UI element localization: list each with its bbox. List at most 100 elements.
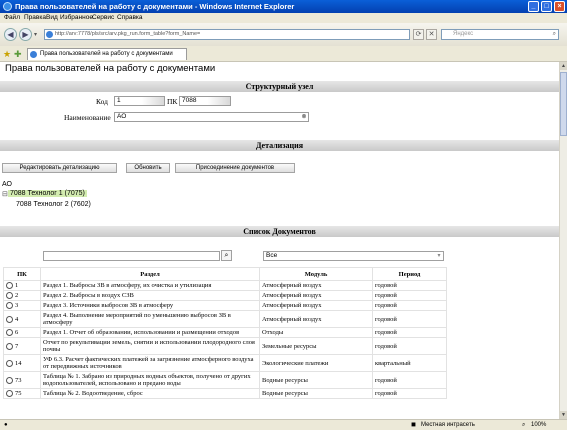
table-row[interactable]: 1 Раздел 1. Выбросы ЗВ в атмосферу, их оч…: [3, 279, 447, 292]
detail-heading: Детализация: [0, 140, 559, 151]
chevron-down-icon[interactable]: ▾: [435, 252, 443, 260]
favorites-star-icon[interactable]: ★: [3, 49, 11, 60]
menu-help[interactable]: Справка: [117, 14, 143, 21]
row-radio[interactable]: [6, 292, 13, 300]
attach-documents-button[interactable]: Присоединение документов: [175, 163, 295, 173]
search-input[interactable]: Яндекс ⌕: [441, 29, 559, 40]
close-button[interactable]: ×: [554, 1, 565, 12]
menu-file[interactable]: Файл: [4, 14, 20, 21]
table-row[interactable]: 4 Раздел 4. Выполнение мероприятий по уме…: [3, 310, 447, 329]
tab-documents[interactable]: Права пользователей на работу с документ…: [27, 48, 187, 60]
stop-icon[interactable]: ✕: [426, 29, 437, 40]
tree-item-label: 7088 Технолог 1: [10, 190, 63, 197]
tree-item-code: (7602): [70, 201, 91, 208]
row-pk: 2: [15, 292, 19, 300]
refresh-icon[interactable]: ⟳: [413, 29, 424, 40]
row-module: Атмосферный воздух: [259, 310, 373, 329]
row-pk: 1: [15, 282, 19, 289]
section-filter-input[interactable]: [43, 251, 220, 261]
search-placeholder: Яндекс: [453, 31, 474, 37]
row-period: годовой: [372, 310, 447, 329]
pk-field[interactable]: 7088: [179, 96, 231, 106]
menu-edit[interactable]: Правка: [24, 14, 46, 21]
row-radio[interactable]: [6, 359, 13, 367]
row-period: годовой: [372, 337, 447, 356]
row-pk: 6: [15, 329, 19, 337]
row-pk: 75: [15, 390, 22, 398]
tabs-bar: ★ ✚ Права пользователей на работу с доку…: [0, 46, 567, 62]
table-row[interactable]: 75 Таблица № 2. Водоотведение, сброс Водны…: [3, 388, 447, 400]
forward-arrow-icon[interactable]: ▶: [19, 28, 32, 41]
col-section: Раздел: [40, 267, 260, 281]
row-radio[interactable]: [6, 282, 13, 290]
module-filter-select[interactable]: Все ▾: [263, 251, 444, 261]
table-row[interactable]: 73 Таблица № 1. Забрано из природных водн…: [3, 371, 447, 390]
row-pk-cell: 14: [3, 354, 41, 373]
tree-item-technolog-2[interactable]: 7088 Технолог 2 (7602): [16, 201, 91, 208]
row-pk-cell: 3: [3, 300, 41, 312]
row-pk: 7: [15, 342, 19, 350]
row-period: годовой: [372, 290, 447, 302]
row-section: Отчет по рекультивации земель, снятии и …: [40, 337, 260, 356]
code-field[interactable]: 1: [114, 96, 165, 106]
row-module: Атмосферный воздух: [259, 279, 373, 292]
menu-favorites[interactable]: Избранное: [60, 14, 93, 21]
table-row[interactable]: 14 УФ 6.3. Расчет фактических платежей за…: [3, 354, 447, 373]
documents-heading: Список Документов: [0, 226, 559, 237]
name-value: АО: [117, 113, 127, 120]
name-select[interactable]: АО ⊗: [114, 112, 309, 122]
row-radio[interactable]: [6, 390, 13, 398]
tree-root[interactable]: АО: [2, 181, 12, 188]
name-label: Наименование: [64, 113, 111, 122]
nav-dropdown-icon[interactable]: ▾: [34, 31, 37, 38]
add-favorite-icon[interactable]: ✚: [14, 49, 22, 60]
row-period: квартальный: [372, 354, 447, 373]
back-arrow-icon[interactable]: ◀: [4, 28, 17, 41]
scroll-up-icon[interactable]: ▲: [560, 62, 567, 70]
tree-collapse-icon[interactable]: ⊟: [2, 190, 8, 198]
search-icon[interactable]: ⌕: [221, 250, 232, 261]
menu-view[interactable]: Вид: [46, 14, 58, 21]
row-radio[interactable]: [6, 315, 13, 323]
row-radio[interactable]: [6, 302, 13, 310]
table-row[interactable]: 3 Раздел 3. Источники выбросов ЗВ в атмос…: [3, 300, 447, 312]
maximize-button[interactable]: □: [541, 1, 552, 12]
tree-item-code: (7075): [64, 190, 85, 197]
row-radio[interactable]: [6, 342, 13, 350]
row-module: Водные ресурсы: [259, 371, 373, 390]
edit-detail-button[interactable]: Редактировать детализацию: [2, 163, 117, 173]
window-title: Права пользователей на работу с документ…: [15, 2, 295, 11]
tab-title: Права пользователей на работу с документ…: [40, 51, 173, 57]
vertical-scrollbar[interactable]: ▲ ▼: [559, 62, 567, 419]
refresh-button[interactable]: Обновить: [126, 163, 170, 173]
row-pk-cell: 6: [3, 327, 41, 339]
col-pk: ПК: [3, 267, 41, 281]
row-module: Атмосферный воздух: [259, 300, 373, 312]
row-pk: 4: [15, 315, 19, 323]
row-radio[interactable]: [6, 329, 13, 337]
search-icon[interactable]: ⌕: [553, 30, 556, 39]
chevron-down-icon[interactable]: ⊗: [300, 113, 308, 121]
menu-tools[interactable]: Сервис: [92, 14, 114, 21]
row-section: Раздел 4. Выполнение мероприятий по умен…: [40, 310, 260, 329]
table-row[interactable]: 7 Отчет по рекультивации земель, снятии и…: [3, 337, 447, 356]
page-title: Права пользователей на работу с документ…: [5, 63, 216, 74]
scroll-thumb[interactable]: [560, 72, 567, 136]
scroll-down-icon[interactable]: ▼: [560, 411, 567, 419]
row-pk-cell: 73: [3, 371, 41, 390]
address-field[interactable]: http://arv:7778/pls/src/arv.pkg_run.form…: [44, 29, 410, 40]
row-section: Раздел 1. Выбросы ЗВ в атмосферу, их очи…: [40, 279, 260, 292]
table-header-row: ПК Раздел Модуль Период: [3, 267, 447, 281]
table-row[interactable]: 2 Раздел 2. Выбросы в воздух СЗВ Атмосферн…: [3, 290, 447, 302]
row-pk-cell: 7: [3, 337, 41, 356]
row-radio[interactable]: [6, 376, 13, 384]
row-pk-cell: 1: [3, 279, 41, 292]
row-pk-cell: 4: [3, 310, 41, 329]
ie-app-icon: [3, 2, 12, 11]
table-row[interactable]: 6 Раздел 1. Отчет об образовании, использ…: [3, 327, 447, 339]
row-period: годовой: [372, 371, 447, 390]
minimize-button[interactable]: _: [528, 1, 539, 12]
row-module: Отходы: [259, 327, 373, 339]
tree-item-technolog-1[interactable]: 7088 Технолог 1 (7075): [8, 190, 87, 197]
tab-ie-icon: [30, 51, 37, 58]
